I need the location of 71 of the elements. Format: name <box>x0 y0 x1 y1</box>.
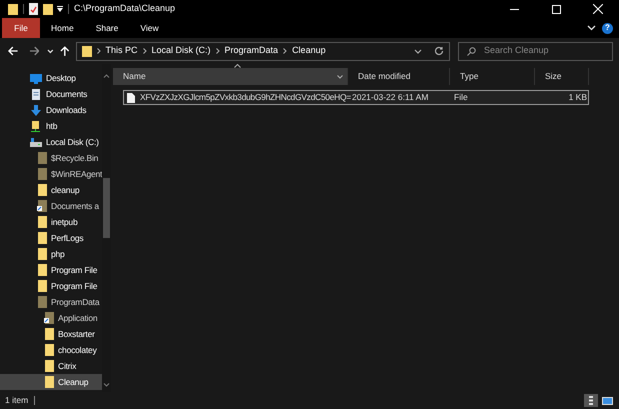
recent-locations-icon[interactable] <box>47 48 54 54</box>
column-label: Name <box>123 70 146 83</box>
file-icon <box>127 92 135 102</box>
table-cell: XFVzZXJzXGJlcm5pZVxkb3dubG9hZHNcdGVzdC50eHQ= <box>140 91 351 104</box>
sidebar-item[interactable]: Citrix <box>0 358 102 374</box>
chevron-right-icon <box>216 48 220 54</box>
item-count: 1 item <box>5 394 28 407</box>
desktop-icon <box>30 72 42 84</box>
chevron-right-icon <box>142 48 147 54</box>
forward-arrow-icon[interactable] <box>28 46 40 56</box>
column-header[interactable]: Date modified <box>348 68 450 85</box>
column-header[interactable]: Type <box>450 68 535 85</box>
table-cell: 2021-03-22 6:11 AM <box>352 91 428 104</box>
table-cell: File <box>454 91 468 104</box>
sidebar-item[interactable]: inetpub <box>0 214 102 230</box>
sort-caret-icon <box>234 64 241 68</box>
thumbnail-icon <box>602 396 612 404</box>
folder-icon <box>82 46 92 56</box>
window-title: C:\ProgramData\Cleanup <box>74 2 176 16</box>
chevron-right-icon <box>283 48 288 54</box>
sidebar-item[interactable]: Documents a <box>0 198 102 214</box>
drive-icon <box>30 136 42 148</box>
list-icon <box>589 396 593 405</box>
sidebar-item[interactable]: Program File <box>0 262 102 278</box>
network-folder-icon <box>30 120 42 132</box>
new-folder-icon[interactable] <box>43 3 53 15</box>
sidebar-item[interactable]: Application <box>0 310 102 326</box>
search-input[interactable]: Search Cleanup <box>484 44 604 58</box>
search-icon <box>467 46 476 56</box>
breadcrumb[interactable]: This PC <box>106 44 138 58</box>
up-arrow-icon[interactable] <box>60 46 70 56</box>
chevron-down-icon[interactable] <box>414 48 422 54</box>
close-icon <box>593 4 603 14</box>
sidebar-item[interactable]: php <box>0 246 102 262</box>
scrollbar-thumb[interactable] <box>103 178 110 238</box>
scroll-up-icon[interactable] <box>103 74 110 78</box>
search-field[interactable]: Search Cleanup <box>458 42 613 60</box>
sidebar-item[interactable]: Local Disk (C:) <box>0 134 102 150</box>
details-view-button[interactable] <box>584 394 598 407</box>
chevron-right-icon <box>96 48 100 54</box>
table-cell: 1 KB <box>568 91 587 104</box>
tiles-view-button[interactable] <box>600 394 614 407</box>
sidebar-item[interactable]: PerfLogs <box>0 230 102 246</box>
sidebar-item[interactable]: Desktop <box>0 70 102 86</box>
breadcrumb[interactable]: ProgramData <box>224 44 278 58</box>
customize-menu-icon[interactable] <box>57 6 63 12</box>
file-row[interactable]: XFVzZXJzXGJlcm5pZVxkb3dubG9hZHNcdGVzdC50eHQ=2021-03-22 6:11 AM File 1 KB <box>123 90 589 105</box>
properties-icon[interactable] <box>29 3 38 15</box>
sidebar-item[interactable]: Boxstarter <box>0 326 102 342</box>
back-arrow-icon[interactable] <box>8 46 19 56</box>
sidebar-item[interactable]: cleanup <box>0 182 102 198</box>
breadcrumb[interactable]: Cleanup <box>292 44 326 58</box>
sidebar-item[interactable]: htb <box>0 118 102 134</box>
sidebar-item[interactable]: ProgramData <box>0 294 102 310</box>
help-button[interactable]: ? <box>602 22 613 34</box>
address-bar[interactable]: This PC Local Disk (C:) ProgramData Cleanup <box>76 42 450 60</box>
refresh-icon[interactable] <box>434 46 444 56</box>
sidebar-item[interactable]: $Recycle.Bin <box>0 150 102 166</box>
down-arrow-icon <box>30 104 42 116</box>
sidebar-item[interactable]: $WinREAgent <box>0 166 102 182</box>
ribbon-tab[interactable]: File <box>2 18 40 38</box>
sidebar-item[interactable]: Cleanup <box>0 374 102 390</box>
document-icon <box>30 88 42 100</box>
sidebar-item[interactable]: Documents <box>0 86 102 102</box>
sidebar-item[interactable]: chocolatey <box>0 342 102 358</box>
folder-icon[interactable] <box>8 3 18 15</box>
breadcrumb[interactable]: Local Disk (C:) <box>152 44 211 58</box>
sidebar-item[interactable]: Program File <box>0 278 102 294</box>
sidebar-item[interactable]: Downloads <box>0 102 102 118</box>
scroll-down-icon[interactable] <box>103 383 110 387</box>
column-header[interactable]: Size <box>535 68 589 85</box>
